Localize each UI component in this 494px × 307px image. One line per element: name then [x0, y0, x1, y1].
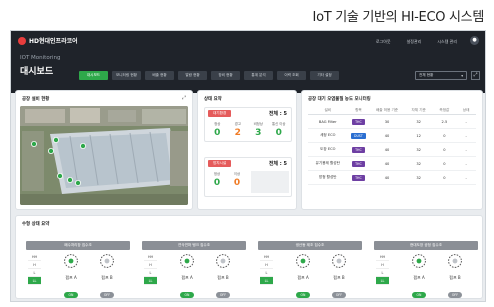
table-row[interactable]: 도장 ECO THC 40 32 0 -	[308, 143, 476, 157]
pump-b[interactable]: 펌프 B OFF	[92, 253, 122, 300]
facility-status-error[interactable]: 이상 0	[227, 171, 247, 193]
factory-map[interactable]	[20, 106, 188, 205]
tab-statistics[interactable]: 통계 분석	[244, 71, 273, 80]
tab-etc-settings[interactable]: 기타 설정	[310, 71, 339, 80]
status-normal[interactable]: 정상 0	[207, 121, 228, 138]
page-title: 대시보드	[20, 67, 54, 77]
dashboard-screen: HD현대인프라코어 로그아웃 설정관리 시스템 관리 ● IOT Monitor…	[10, 30, 486, 302]
air-monitoring-title: 공장 대기 오염물질 농도 모니터링	[308, 97, 371, 102]
table-row[interactable]: 방청 활성탄 THC 40 32 0 -	[308, 171, 476, 185]
level-indicator: HH H L LL	[376, 253, 389, 285]
fan-icon	[296, 254, 310, 268]
sensor-marker	[57, 173, 64, 180]
facility-status-total: 전체 : 5	[268, 160, 287, 167]
top-link-system[interactable]: 시스템 관리	[437, 39, 457, 45]
status-panel-title: 상태 요약	[204, 97, 222, 102]
water-level-title: 수형 상태 요약	[22, 222, 50, 227]
status-warning[interactable]: 경고 2	[228, 121, 249, 138]
tab-dashboard[interactable]: 대시보드	[79, 71, 108, 80]
sensor-marker	[80, 143, 87, 150]
view-select[interactable]: 전체 현황 ▾	[415, 71, 467, 80]
status-comm-error[interactable]: 통신 이상 0	[269, 121, 290, 138]
top-link-logout[interactable]: 로그아웃	[376, 39, 391, 45]
fan-icon	[332, 254, 346, 268]
fan-icon	[64, 254, 78, 268]
air-monitoring-table: 설비 항목 배출 허용 기준 자체 기준 측정값 상태 BAG Filter T…	[308, 106, 476, 185]
fan-icon	[412, 254, 426, 268]
air-monitoring-panel: 공장 대기 오염물질 농도 모니터링 설비 항목 배출 허용 기준 자체 기준 …	[301, 90, 483, 210]
view-select-value: 전체 현황	[419, 73, 434, 77]
pump-a[interactable]: 펌프 A ON	[288, 253, 318, 300]
tab-equipment[interactable]: 장비 현황	[211, 71, 240, 80]
sensor-marker	[47, 148, 54, 155]
map-panel-title: 공장 설비 현황	[22, 97, 50, 102]
sump-title: 생산동 제조 집수조	[258, 241, 362, 250]
page-caption: IoT 기술 기반의 HI-ECO 시스템	[312, 10, 485, 25]
brand-name: HD현대인프라코어	[29, 38, 78, 45]
fan-icon	[100, 254, 114, 268]
sump-title: 폐수처리장 집수조	[26, 241, 130, 250]
top-link-settings[interactable]: 설정관리	[407, 39, 422, 45]
fan-icon	[216, 254, 230, 268]
level-indicator: HH H L LL	[144, 253, 157, 285]
aerial-map-image	[20, 106, 188, 205]
level-indicator: HH H L LL	[28, 253, 41, 285]
table-header-row: 설비 항목 배출 허용 기준 자체 기준 측정값 상태	[308, 106, 476, 115]
chevron-down-icon: ▾	[461, 73, 463, 78]
tab-history[interactable]: 이력 조회	[277, 71, 306, 80]
tab-alarm[interactable]: 알람 현황	[178, 71, 207, 80]
sump-title: 연삭연마 탱크 집수조	[142, 241, 246, 250]
sump-title: 현대도장 공정 집수조	[374, 241, 478, 250]
pump-b[interactable]: 펌프 B OFF	[324, 253, 354, 300]
brand-mark-icon	[18, 36, 26, 45]
sump-block: 현대도장 공정 집수조 HH H L LL 펌프 A ON 펌프 B OFF	[374, 241, 478, 298]
table-row[interactable]: BAG Filter THC 30 32 2.5 -	[308, 115, 476, 129]
facility-status-pill: 방지시설	[208, 159, 232, 167]
air-status-total: 전체 : 5	[268, 110, 287, 117]
user-icon[interactable]: ●	[470, 36, 479, 45]
page-subtitle: IOT Monitoring	[20, 55, 61, 61]
sump-block: 연삭연마 탱크 집수조 HH H L LL 펌프 A ON 펌프 B OFF	[142, 241, 246, 298]
air-status-card: 대기환경 전체 : 5 정상 0 경고 2 비정상 3 통신 이상 0	[204, 107, 292, 142]
sensor-marker	[75, 180, 82, 187]
table-row[interactable]: 세정 ECO DUST 40 12 0 -	[308, 129, 476, 143]
table-row[interactable]: 유기용제 활성탄 THC 40 32 0 -	[308, 157, 476, 171]
pump-a[interactable]: 펌프 A ON	[404, 253, 434, 300]
facility-status-spacer	[251, 171, 289, 193]
brand-logo[interactable]: HD현대인프라코어	[18, 36, 78, 45]
pump-a[interactable]: 펌프 A ON	[56, 253, 86, 300]
fan-icon	[180, 254, 194, 268]
facility-status-normal[interactable]: 정상 0	[207, 171, 227, 193]
sensor-marker	[67, 177, 74, 184]
sensor-marker	[53, 136, 60, 143]
status-summary-panel: 상태 요약 대기환경 전체 : 5 정상 0 경고 2 비정상 3 통신 이상 …	[197, 90, 297, 210]
level-indicator: HH H L LL	[260, 253, 273, 285]
pump-b[interactable]: 펌프 B OFF	[208, 253, 238, 300]
tab-monitoring[interactable]: 모니터링 현황	[112, 71, 141, 80]
air-status-pill: 대기환경	[208, 109, 232, 117]
sump-block: 생산동 제조 집수조 HH H L LL 펌프 A ON 펌프 B OFF	[258, 241, 362, 298]
map-panel: 공장 설비 현황 ⤢	[15, 90, 193, 210]
tab-emission[interactable]: 배출 현황	[145, 71, 174, 80]
pump-a[interactable]: 펌프 A ON	[172, 253, 202, 300]
nav-tabs: 대시보드 모니터링 현황 배출 현황 알람 현황 장비 현황 통계 분석 이력 …	[79, 71, 339, 80]
sensor-marker	[30, 141, 37, 148]
facility-status-card: 방지시설 전체 : 5 정상 0 이상 0	[204, 157, 292, 197]
sump-block: 폐수처리장 집수조 HH H L LL 펌프 A ON 펌프 B OFF	[26, 241, 130, 298]
fullscreen-button[interactable]: ⤢	[471, 71, 480, 80]
status-abnormal[interactable]: 비정상 3	[248, 121, 269, 138]
pump-b[interactable]: 펌프 B OFF	[440, 253, 470, 300]
expand-icon[interactable]: ⤢	[182, 95, 186, 101]
water-level-panel: 수형 상태 요약 폐수처리장 집수조 HH H L LL 펌프 A ON 펌프 …	[15, 215, 483, 299]
fan-icon	[448, 254, 462, 268]
top-bar: HD현대인프라코어 로그아웃 설정관리 시스템 관리 ● IOT Monitor…	[11, 31, 485, 93]
top-links: 로그아웃 설정관리 시스템 관리	[376, 39, 457, 45]
